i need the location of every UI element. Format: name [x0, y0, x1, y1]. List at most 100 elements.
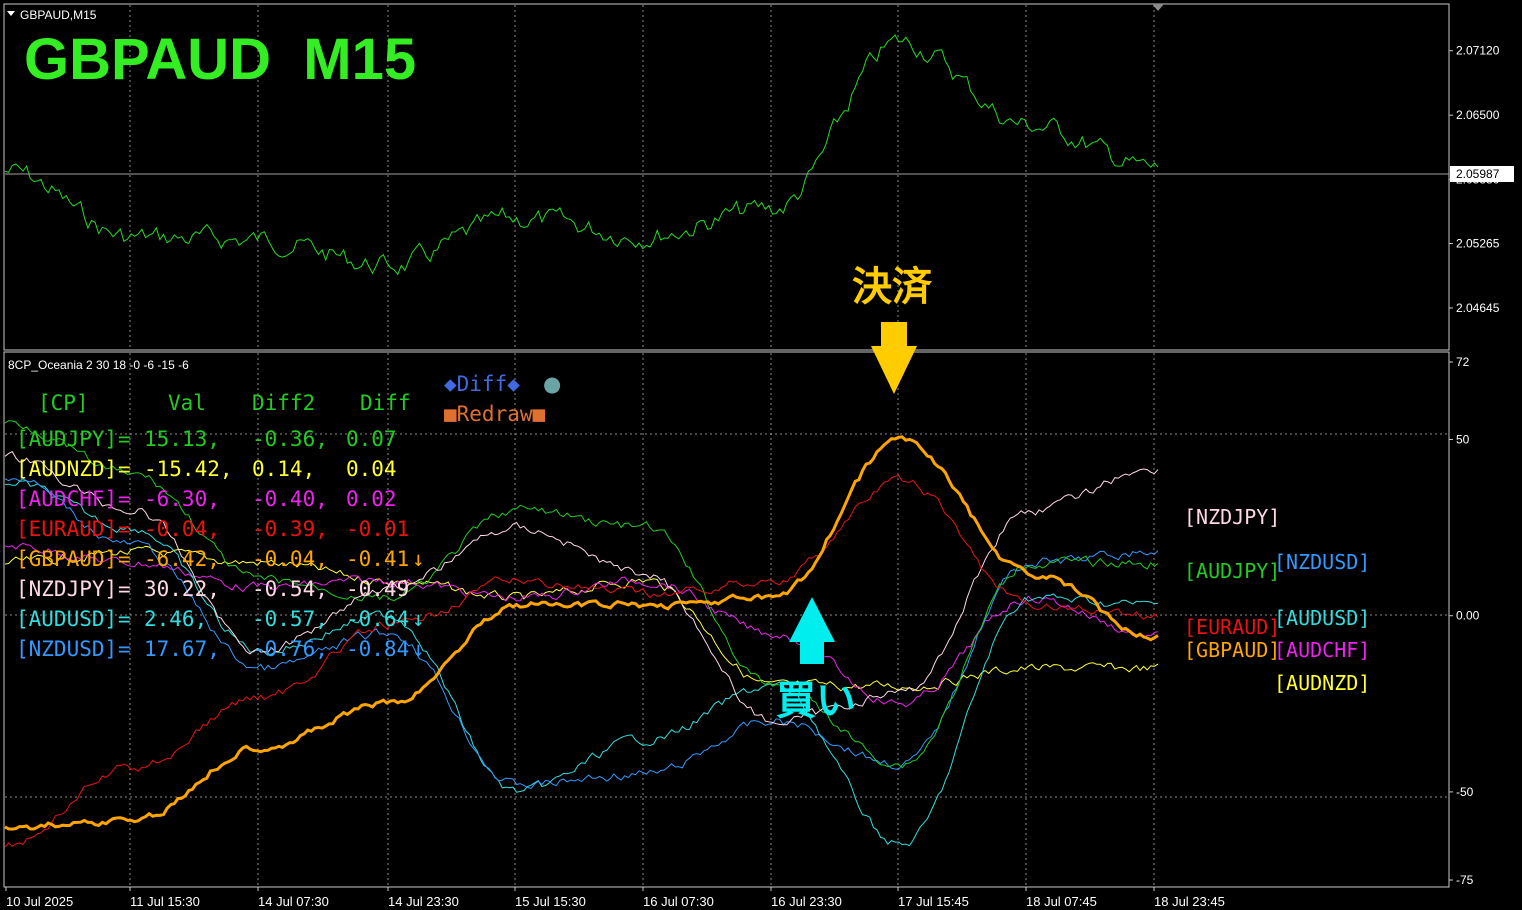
buy-annotation: 買い — [776, 597, 856, 724]
header-val: Val — [168, 391, 206, 415]
series-labels: [NZDJPY] [AUDJPY][NZDUSD] [AUDUSD][EURAUD]… — [1184, 505, 1370, 695]
row-diff: 0.07 — [346, 427, 397, 451]
table-row: [NZDJPY] = 30.22, -0.54, -0.49 — [16, 577, 409, 601]
x-tick-label: 15 Jul 15:30 — [515, 894, 586, 909]
row-eq: = — [118, 577, 131, 601]
row-val: 15.13, — [144, 427, 220, 451]
row-eq: = — [118, 427, 131, 451]
row-diff: -0.49 — [346, 577, 409, 601]
price-tick-label: 2.04645 — [1456, 301, 1500, 315]
row-eq: = — [118, 547, 131, 571]
x-tick-label: 14 Jul 23:30 — [388, 894, 459, 909]
table-row: [EURAUD] = -0.04, -0.39, -0.01 — [16, 517, 409, 541]
row-eq: = — [118, 607, 131, 631]
row-eq: = — [118, 637, 131, 661]
row-pair: [AUDCHF] — [16, 487, 117, 511]
row-diff: 0.02 — [346, 487, 397, 511]
status-dot-icon[interactable]: ● — [543, 372, 561, 396]
x-tick-label: 18 Jul 07:45 — [1026, 894, 1097, 909]
current-price-label: 2.05987 — [1456, 167, 1500, 181]
row-pair: [AUDJPY] — [16, 427, 117, 451]
indicator-caption: 8CP_Oceania 2 30 18 -0 -6 -15 -6 — [8, 358, 189, 372]
price-tick-label: 2.07120 — [1456, 44, 1500, 58]
series-label-audnzd: [AUDNZD] — [1274, 671, 1370, 695]
diff-button-label[interactable]: ◆Diff◆ — [444, 372, 520, 396]
up-arrow-icon — [789, 597, 835, 664]
row-val: -0.04, — [144, 517, 220, 541]
time-axis: 10 Jul 2025 11 Jul 15:30 14 Jul 07:30 14 Ju… — [5, 887, 1225, 909]
x-tick-label: 18 Jul 23:45 — [1154, 894, 1225, 909]
series-label-audjpy: [AUDJPY] — [1184, 559, 1280, 583]
series-label-audusd: [AUDUSD] — [1274, 606, 1370, 630]
row-arrow: ↓ — [412, 547, 425, 571]
row-diff2: -0.36, — [252, 427, 328, 451]
header-cp: [CP] — [38, 391, 89, 415]
row-diff2: -0.76, — [252, 637, 328, 661]
buy-label: 買い — [776, 678, 856, 724]
big-title: GBPAUD M15 — [24, 27, 416, 92]
symbol-caption: GBPAUD,M15 — [20, 8, 97, 22]
row-diff2: -0.54, — [252, 577, 328, 601]
table-row: [AUDJPY] = 15.13, -0.36, 0.07 — [16, 427, 397, 451]
row-diff2: 0.14, — [252, 457, 315, 481]
dropdown-triangle-icon[interactable] — [7, 11, 15, 16]
ind-tick-label: -50 — [1456, 785, 1474, 799]
row-diff: 0.04 — [346, 457, 397, 481]
diff-button[interactable]: ◆Diff◆ — [444, 372, 520, 396]
symbol-header[interactable]: GBPAUD,M15 — [7, 8, 97, 22]
row-pair: [AUDUSD] — [16, 607, 117, 631]
period-separator-marker-icon[interactable] — [1152, 4, 1164, 11]
series-label-nzdjpy: [NZDJPY] — [1184, 505, 1280, 529]
down-arrow-icon — [871, 322, 917, 394]
table-header: [CP] Val Diff2 Diff — [38, 391, 411, 415]
table-row: [AUDCHF] = -6.30, -0.40, 0.02 — [16, 487, 397, 511]
price-tick-label: 2.06500 — [1456, 108, 1500, 122]
indicator-series — [4, 420, 1159, 848]
row-diff: -0.84 — [346, 637, 409, 661]
row-eq: = — [118, 517, 131, 541]
row-val: -6.30, — [144, 487, 220, 511]
row-val: 17.67, — [144, 637, 220, 661]
row-diff: -0.01 — [346, 517, 409, 541]
exit-label: 決済 — [852, 264, 933, 310]
current-price-tag: 2.05987 — [1450, 166, 1514, 182]
header-diff2: Diff2 — [252, 391, 315, 415]
table-row: [GBPAUD] = -6.42, -0.04, -0.41 ↓ — [16, 547, 425, 571]
row-val: 30.22, — [144, 577, 220, 601]
row-arrow: ↓ — [412, 607, 425, 631]
ind-tick-label: 72 — [1456, 355, 1470, 369]
series-label-euraud: [EURAUD] — [1184, 615, 1280, 639]
x-tick-label: 16 Jul 07:30 — [643, 894, 714, 909]
row-diff: -0.64 — [346, 607, 409, 631]
row-diff: -0.41 — [346, 547, 409, 571]
x-tick-label: 17 Jul 15:45 — [898, 894, 969, 909]
header-diff: Diff — [360, 391, 411, 415]
table-row: [AUDUSD] = 2.46, -0.57, -0.64 ↓ — [16, 607, 425, 631]
row-pair: [EURAUD] — [16, 517, 117, 541]
row-diff2: -0.57, — [252, 607, 328, 631]
row-arrow: ↓ — [412, 637, 425, 661]
x-tick-label: 14 Jul 07:30 — [258, 894, 329, 909]
row-diff2: -0.39, — [252, 517, 328, 541]
row-eq: = — [118, 487, 131, 511]
row-pair: [AUDNZD] — [16, 457, 117, 481]
row-eq: = — [118, 457, 131, 481]
row-pair: [NZDUSD] — [16, 637, 117, 661]
indicator-axis: 72 50 0.00 -50 -75 — [1449, 355, 1480, 887]
row-val: -15.42, — [144, 457, 233, 481]
ind-tick-label: 50 — [1456, 433, 1470, 447]
redraw-button[interactable]: ■Redraw■ — [444, 402, 546, 426]
series-label-gbpaud: [GBPAUD] — [1184, 638, 1280, 662]
chart-window: GBPAUD,M15 GBPAUD M15 2.07120 2.06500 2.05… — [0, 0, 1522, 910]
row-diff2: -0.04, — [252, 547, 328, 571]
x-tick-label: 16 Jul 23:30 — [771, 894, 842, 909]
price-tick-label: 2.05265 — [1456, 237, 1500, 251]
table-row: [AUDNZD] = -15.42, 0.14, 0.04 — [16, 457, 397, 481]
row-val: -6.42, — [144, 547, 220, 571]
x-tick-label: 10 Jul 2025 — [6, 894, 73, 909]
row-pair: [NZDJPY] — [16, 577, 117, 601]
chart-canvas[interactable]: GBPAUD,M15 GBPAUD M15 2.07120 2.06500 2.05… — [0, 0, 1522, 910]
series-label-nzdusd: [NZDUSD] — [1274, 550, 1370, 574]
x-tick-label: 11 Jul 15:30 — [130, 894, 200, 909]
series-label-audchf: [AUDCHF] — [1274, 638, 1370, 662]
